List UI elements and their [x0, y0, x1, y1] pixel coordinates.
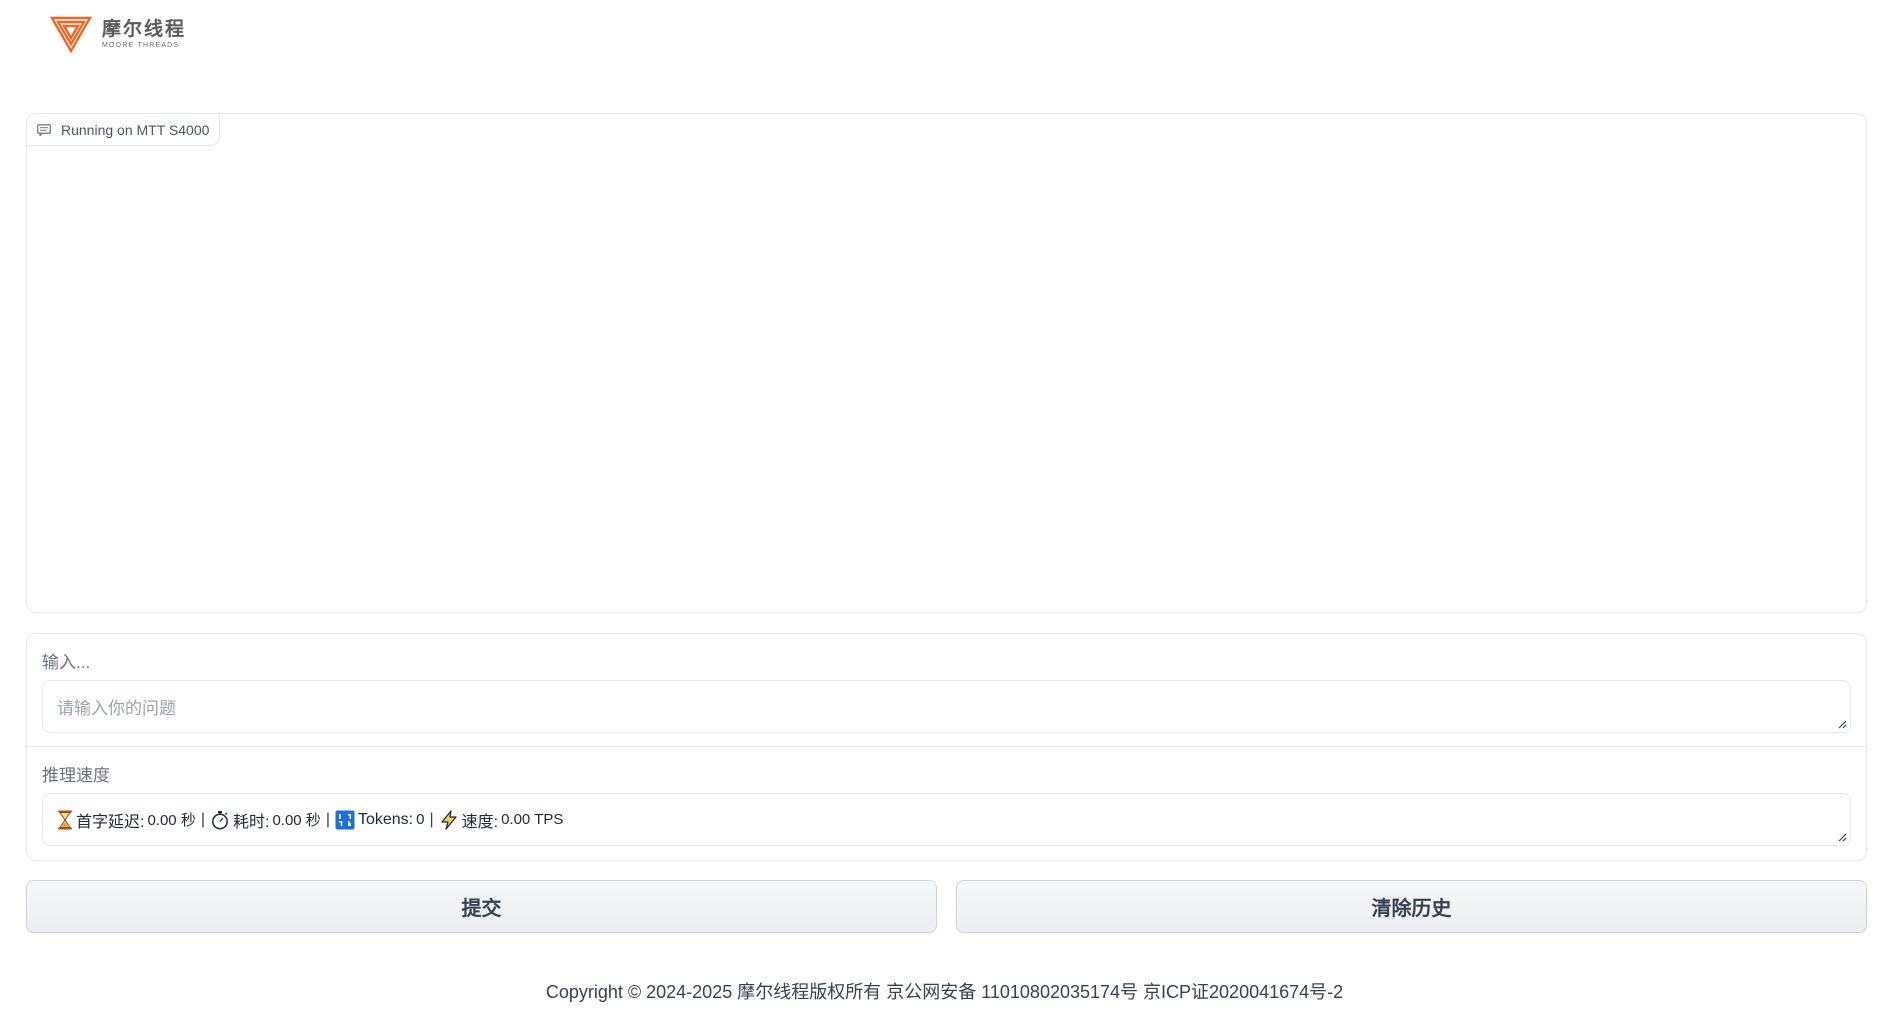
question-input-placeholder: 请输入你的问题	[57, 699, 176, 718]
speed-metric: 速度: 0.00 TPS	[439, 808, 564, 832]
speed-metric-value: 0.00 TPS	[501, 811, 564, 828]
footer-copyright: Copyright © 2024-2025 摩尔线程版权所有 京公网安备 110…	[545, 982, 1344, 1002]
lightning-icon	[440, 809, 457, 830]
brand-logo[interactable]: 摩尔线程 MOORE THREADS	[50, 15, 186, 53]
elapsed-value: 0.00 秒	[272, 812, 321, 829]
tokens-label: Tokens:	[357, 810, 414, 828]
input-label: 输入...	[42, 653, 91, 672]
clear-history-button[interactable]: 清除历史	[956, 880, 1867, 933]
elapsed-metric: 耗时: 0.00 秒	[210, 808, 321, 832]
speed-output[interactable]: 首字延迟: 0.00 秒 | 耗时: 0.00 秒 | Tokens: 0 | …	[42, 793, 1851, 846]
form-group: 输入... 请输入你的问题 推理速度 首字延迟: 0.00 秒 | 耗时: 0.…	[26, 633, 1867, 861]
input-block: 输入... 请输入你的问题	[27, 634, 1866, 747]
separator: |	[200, 810, 205, 828]
input-numbers-icon	[335, 810, 355, 829]
speed-block: 推理速度 首字延迟: 0.00 秒 | 耗时: 0.00 秒 | Tokens:…	[27, 747, 1866, 860]
speed-metric-label: 速度:	[461, 813, 499, 831]
submit-button[interactable]: 提交	[26, 880, 937, 933]
tokens-metric: Tokens: 0	[335, 810, 424, 830]
brand-name: 摩尔线程 MOORE THREADS	[102, 20, 186, 49]
first-token-metric: 首字延迟: 0.00 秒	[57, 808, 196, 832]
question-input[interactable]: 请输入你的问题	[42, 680, 1851, 733]
separator: |	[325, 810, 330, 828]
speed-label: 推理速度	[42, 766, 110, 785]
tokens-value: 0	[416, 811, 425, 828]
first-token-label: 首字延迟:	[76, 813, 145, 831]
speed-metrics: 首字延迟: 0.00 秒 | 耗时: 0.00 秒 | Tokens: 0 | …	[57, 808, 563, 832]
app-page: 摩尔线程 MOORE THREADS Running on MTT S4000 …	[0, 0, 1889, 1022]
chatbot-label: Running on MTT S4000	[27, 114, 221, 146]
stopwatch-icon	[212, 810, 228, 829]
resize-handle-icon[interactable]	[1837, 719, 1847, 729]
chatbot-label-text: Running on MTT S4000	[61, 121, 210, 138]
moore-threads-logo-icon	[50, 16, 92, 53]
brand-name-en: MOORE THREADS	[102, 41, 180, 49]
chat-icon	[37, 123, 51, 136]
separator: |	[429, 810, 434, 828]
chatbot-panel[interactable]: Running on MTT S4000	[26, 113, 1867, 613]
elapsed-label: 耗时:	[232, 813, 270, 831]
hourglass-icon	[58, 810, 72, 829]
first-token-value: 0.00 秒	[147, 812, 196, 829]
resize-handle-icon[interactable]	[1837, 832, 1847, 842]
brand-name-cn: 摩尔线程	[102, 18, 187, 40]
